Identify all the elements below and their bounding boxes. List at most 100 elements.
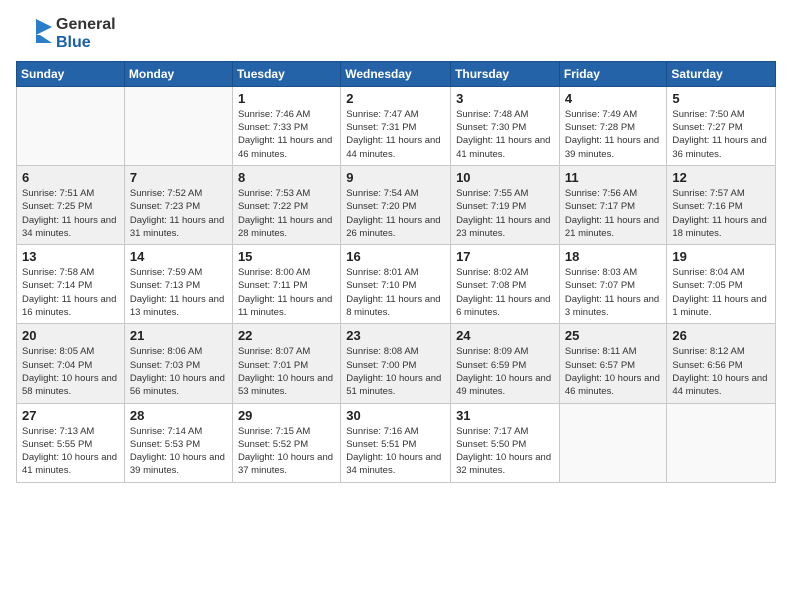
day-detail: Sunrise: 7:56 AM Sunset: 7:17 PM Dayligh… [565,187,662,240]
day-number: 25 [565,328,662,343]
calendar-cell [124,86,232,165]
logo: GeneralBlue [16,16,116,53]
weekday-header-saturday: Saturday [667,61,776,86]
calendar-cell: 13Sunrise: 7:58 AM Sunset: 7:14 PM Dayli… [17,245,125,324]
logo-icon [16,19,52,49]
day-number: 10 [456,170,554,185]
day-detail: Sunrise: 8:08 AM Sunset: 7:00 PM Dayligh… [346,345,445,398]
day-detail: Sunrise: 8:00 AM Sunset: 7:11 PM Dayligh… [238,266,335,319]
calendar-cell: 12 Sunrise: 7:57 AM Sunset: 7:16 PM Dayli… [667,165,776,244]
day-detail: Sunrise: 8:09 AM Sunset: 6:59 PM Dayligh… [456,345,554,398]
calendar-cell: 10 Sunrise: 7:55 AM Sunset: 7:19 PM Dayli… [451,165,560,244]
calendar-cell: 1 Sunrise: 7:46 AM Sunset: 7:33 PM Daylig… [232,86,340,165]
day-detail: Sunrise: 8:02 AM Sunset: 7:08 PM Dayligh… [456,266,554,319]
calendar-cell: 16Sunrise: 8:01 AM Sunset: 7:10 PM Dayli… [341,245,451,324]
weekday-header-monday: Monday [124,61,232,86]
day-number: 19 [672,249,770,264]
day-number: 11 [565,170,662,185]
day-detail: Sunrise: 8:05 AM Sunset: 7:04 PM Dayligh… [22,345,119,398]
calendar-cell: 18 Sunrise: 8:03 AM Sunset: 7:07 PM Dayli… [559,245,667,324]
weekday-header-thursday: Thursday [451,61,560,86]
calendar-row-0: 1 Sunrise: 7:46 AM Sunset: 7:33 PM Daylig… [17,86,776,165]
day-number: 20 [22,328,119,343]
calendar-cell: 6 Sunrise: 7:51 AM Sunset: 7:25 PM Daylig… [17,165,125,244]
weekday-header-sunday: Sunday [17,61,125,86]
day-number: 14 [130,249,227,264]
calendar-cell: 17 Sunrise: 8:02 AM Sunset: 7:08 PM Dayli… [451,245,560,324]
day-detail: Sunrise: 7:46 AM Sunset: 7:33 PM Dayligh… [238,108,335,161]
day-number: 18 [565,249,662,264]
calendar-cell: 24Sunrise: 8:09 AM Sunset: 6:59 PM Dayli… [451,324,560,403]
day-detail: Sunrise: 7:17 AM Sunset: 5:50 PM Dayligh… [456,425,554,478]
calendar-cell: 14 Sunrise: 7:59 AM Sunset: 7:13 PM Dayli… [124,245,232,324]
day-number: 27 [22,408,119,423]
day-number: 9 [346,170,445,185]
calendar-cell: 20 Sunrise: 8:05 AM Sunset: 7:04 PM Dayli… [17,324,125,403]
day-number: 3 [456,91,554,106]
day-detail: Sunrise: 8:12 AM Sunset: 6:56 PM Dayligh… [672,345,770,398]
day-detail: Sunrise: 8:06 AM Sunset: 7:03 PM Dayligh… [130,345,227,398]
day-detail: Sunrise: 7:53 AM Sunset: 7:22 PM Dayligh… [238,187,335,240]
header-row: SundayMondayTuesdayWednesdayThursdayFrid… [17,61,776,86]
calendar-cell: 28 Sunrise: 7:14 AM Sunset: 5:53 PM Dayli… [124,403,232,482]
calendar-cell: 2 Sunrise: 7:47 AM Sunset: 7:31 PM Daylig… [341,86,451,165]
day-detail: Sunrise: 7:48 AM Sunset: 7:30 PM Dayligh… [456,108,554,161]
day-detail: Sunrise: 7:50 AM Sunset: 7:27 PM Dayligh… [672,108,770,161]
logo-general: General [56,16,116,34]
day-number: 21 [130,328,227,343]
day-detail: Sunrise: 7:47 AM Sunset: 7:31 PM Dayligh… [346,108,445,161]
calendar-cell: 21 Sunrise: 8:06 AM Sunset: 7:03 PM Dayli… [124,324,232,403]
calendar-cell: 26 Sunrise: 8:12 AM Sunset: 6:56 PM Dayli… [667,324,776,403]
day-detail: Sunrise: 7:49 AM Sunset: 7:28 PM Dayligh… [565,108,662,161]
day-number: 15 [238,249,335,264]
header: GeneralBlue [16,16,776,53]
calendar-cell: 3 Sunrise: 7:48 AM Sunset: 7:30 PM Daylig… [451,86,560,165]
weekday-header-tuesday: Tuesday [232,61,340,86]
day-number: 17 [456,249,554,264]
day-detail: Sunrise: 7:16 AM Sunset: 5:51 PM Dayligh… [346,425,445,478]
calendar-cell: 4Sunrise: 7:49 AM Sunset: 7:28 PM Daylig… [559,86,667,165]
day-detail: Sunrise: 7:13 AM Sunset: 5:55 PM Dayligh… [22,425,119,478]
day-detail: Sunrise: 7:14 AM Sunset: 5:53 PM Dayligh… [130,425,227,478]
weekday-header-wednesday: Wednesday [341,61,451,86]
calendar-cell: 31 Sunrise: 7:17 AM Sunset: 5:50 PM Dayli… [451,403,560,482]
calendar-cell: 30 Sunrise: 7:16 AM Sunset: 5:51 PM Dayli… [341,403,451,482]
day-detail: Sunrise: 8:07 AM Sunset: 7:01 PM Dayligh… [238,345,335,398]
page-container: GeneralBlue SundayMondayTuesdayWednesday… [0,0,792,493]
day-number: 1 [238,91,335,106]
day-detail: Sunrise: 7:57 AM Sunset: 7:16 PM Dayligh… [672,187,770,240]
day-number: 12 [672,170,770,185]
day-detail: Sunrise: 8:03 AM Sunset: 7:07 PM Dayligh… [565,266,662,319]
calendar-cell [667,403,776,482]
calendar-row-1: 6 Sunrise: 7:51 AM Sunset: 7:25 PM Daylig… [17,165,776,244]
calendar-cell: 27 Sunrise: 7:13 AM Sunset: 5:55 PM Dayli… [17,403,125,482]
day-number: 31 [456,408,554,423]
calendar-cell: 11 Sunrise: 7:56 AM Sunset: 7:17 PM Dayli… [559,165,667,244]
calendar-row-3: 20 Sunrise: 8:05 AM Sunset: 7:04 PM Dayli… [17,324,776,403]
calendar-cell [17,86,125,165]
day-number: 2 [346,91,445,106]
day-number: 7 [130,170,227,185]
day-detail: Sunrise: 8:04 AM Sunset: 7:05 PM Dayligh… [672,266,770,319]
day-number: 29 [238,408,335,423]
calendar-cell: 9Sunrise: 7:54 AM Sunset: 7:20 PM Daylig… [341,165,451,244]
day-number: 26 [672,328,770,343]
day-detail: Sunrise: 7:55 AM Sunset: 7:19 PM Dayligh… [456,187,554,240]
calendar-cell: 29 Sunrise: 7:15 AM Sunset: 5:52 PM Dayli… [232,403,340,482]
logo-blue: Blue [56,34,116,52]
day-number: 6 [22,170,119,185]
calendar-cell [559,403,667,482]
day-detail: Sunrise: 7:51 AM Sunset: 7:25 PM Dayligh… [22,187,119,240]
day-number: 30 [346,408,445,423]
day-detail: Sunrise: 8:01 AM Sunset: 7:10 PM Dayligh… [346,266,445,319]
calendar-cell: 7Sunrise: 7:52 AM Sunset: 7:23 PM Daylig… [124,165,232,244]
calendar-cell: 8Sunrise: 7:53 AM Sunset: 7:22 PM Daylig… [232,165,340,244]
day-number: 28 [130,408,227,423]
calendar-cell: 22Sunrise: 8:07 AM Sunset: 7:01 PM Dayli… [232,324,340,403]
day-detail: Sunrise: 7:59 AM Sunset: 7:13 PM Dayligh… [130,266,227,319]
calendar-cell: 23Sunrise: 8:08 AM Sunset: 7:00 PM Dayli… [341,324,451,403]
day-number: 5 [672,91,770,106]
day-detail: Sunrise: 7:58 AM Sunset: 7:14 PM Dayligh… [22,266,119,319]
day-detail: Sunrise: 7:15 AM Sunset: 5:52 PM Dayligh… [238,425,335,478]
weekday-header-friday: Friday [559,61,667,86]
